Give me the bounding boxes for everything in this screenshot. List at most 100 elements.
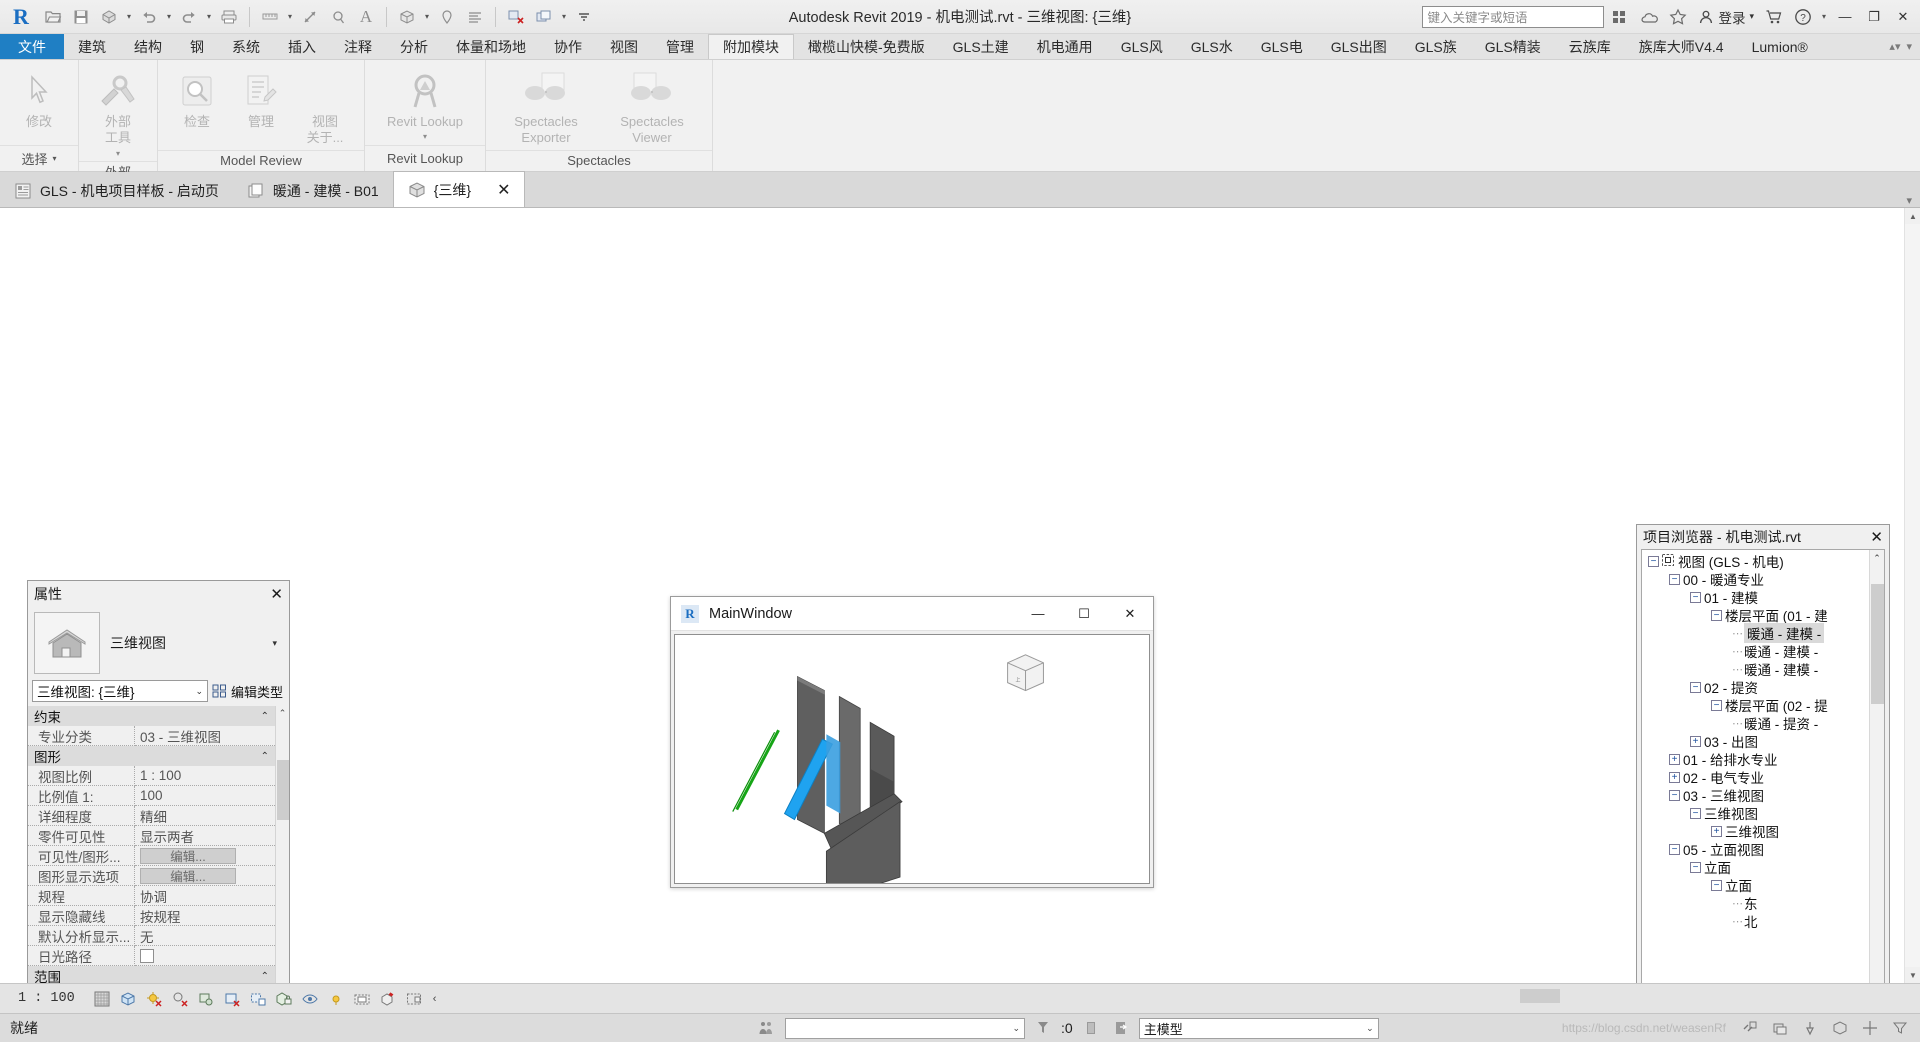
ribbon-tab-4[interactable]: 插入 [274, 34, 330, 59]
design-option-caret-icon[interactable]: ⌄ [1366, 1023, 1374, 1034]
project-browser-node-20[interactable]: ⋯ 北 [1642, 912, 1869, 930]
ribbon-button-2-1[interactable]: 管理 [230, 66, 292, 133]
project-browser-node-17[interactable]: − 立面 [1642, 858, 1869, 876]
sun-path-icon[interactable] [141, 986, 167, 1012]
ribbon-tab-8[interactable]: 协作 [540, 34, 596, 59]
visual-style-icon[interactable] [115, 986, 141, 1012]
properties-row-value-1[interactable]: 1 : 100 [135, 766, 275, 786]
expand-icon-10[interactable]: + [1690, 735, 1701, 747]
properties-edit-button-6[interactable]: 编辑... [140, 867, 236, 884]
properties-row-value-10[interactable] [135, 946, 275, 966]
properties-row-10[interactable]: 日光路径 [28, 946, 275, 966]
properties-row-7[interactable]: 规程 协调 [28, 886, 275, 906]
ribbon-tab-9[interactable]: 视图 [596, 34, 652, 59]
view-control-overflow-icon[interactable]: ‹ [433, 993, 437, 1005]
main-window-minimize-button[interactable]: — [1015, 597, 1061, 630]
minimize-button[interactable]: — [1832, 4, 1858, 30]
project-browser-tree[interactable]: − 视图 (GLS - 机电) −00 - 暖通专业 −01 - 建模 − 楼层平面 (0… [1642, 550, 1869, 1016]
select-underlay-icon[interactable] [1768, 1017, 1792, 1039]
properties-row-value-3[interactable]: 精细 [135, 806, 275, 826]
ribbon-panel-title-caret-icon-0[interactable]: ▾ [53, 154, 57, 163]
design-option-combo[interactable]: 主模型 ⌄ [1138, 1017, 1379, 1039]
restore-button[interactable]: ❐ [1861, 4, 1887, 30]
expand-icon-11[interactable]: + [1669, 753, 1680, 765]
ribbon-tab-16[interactable]: GLS水 [1177, 34, 1247, 59]
project-browser-node-8[interactable]: − 楼层平面 (02 - 提 [1642, 696, 1869, 714]
design-options-icon[interactable] [1079, 1017, 1103, 1039]
select-links-icon[interactable] [1738, 1017, 1762, 1039]
main-window-close-button[interactable]: ✕ [1107, 597, 1153, 630]
ribbon-tab-20[interactable]: GLS精装 [1471, 34, 1555, 59]
view-tab-2[interactable]: {三维} ✕ [392, 171, 526, 207]
customize-qat-icon[interactable] [571, 4, 597, 30]
main-window-maximize-button[interactable]: ☐ [1061, 597, 1107, 630]
project-browser-node-18[interactable]: − 立面 [1642, 876, 1869, 894]
help-icon[interactable]: ? [1790, 4, 1816, 30]
aligned-dimension-icon[interactable] [297, 4, 323, 30]
crop-view-icon[interactable] [219, 986, 245, 1012]
measure-caret-icon[interactable]: ▾ [285, 4, 295, 30]
ribbon-tab-17[interactable]: GLS电 [1247, 34, 1317, 59]
properties-section-1[interactable]: 图形 ⌃ [28, 746, 275, 766]
properties-row-3[interactable]: 详细程度 精细 [28, 806, 275, 826]
text-icon[interactable]: A [353, 4, 379, 30]
ribbon-button-caret-icon-1-0[interactable]: ▾ [116, 149, 120, 158]
properties-section-collapse-icon-2[interactable]: ⌃ [261, 971, 269, 982]
collapse-icon-17[interactable]: − [1690, 861, 1701, 873]
show-constraints-icon[interactable] [401, 986, 427, 1012]
shadows-icon[interactable] [167, 986, 193, 1012]
ribbon-tab-3[interactable]: 系统 [218, 34, 274, 59]
project-browser-node-12[interactable]: +02 - 电气专业 [1642, 768, 1869, 786]
show-crop-region-icon[interactable] [245, 986, 271, 1012]
select-pinned-icon[interactable] [1798, 1017, 1822, 1039]
default-3d-view-caret-icon[interactable]: ▾ [422, 4, 432, 30]
ribbon-tab-10[interactable]: 管理 [652, 34, 708, 59]
project-browser-scroll-up-icon[interactable]: ⌃ [1873, 550, 1881, 566]
chevron-down-icon[interactable]: ⌄ [195, 686, 203, 697]
help-caret-icon[interactable]: ▾ [1819, 4, 1829, 30]
ribbon-tab-0[interactable]: 建筑 [64, 34, 120, 59]
ribbon-tab-22[interactable]: 族库大师V4.4 [1625, 34, 1738, 59]
canvas-vertical-scrollbar[interactable]: ▲ ▼ [1904, 208, 1920, 983]
temporary-hide-isolate-icon[interactable] [297, 986, 323, 1012]
ribbon-tab-6[interactable]: 分析 [386, 34, 442, 59]
lock-3d-view-icon[interactable] [271, 986, 297, 1012]
properties-row-6[interactable]: 图形显示选项 编辑... [28, 866, 275, 886]
ribbon-tab-12[interactable]: 橄榄山快模-免费版 [794, 34, 939, 59]
ribbon-tab-11[interactable]: 附加模块 [708, 34, 794, 59]
expand-icon-12[interactable]: + [1669, 771, 1680, 783]
properties-section-collapse-icon-0[interactable]: ⌃ [261, 711, 269, 722]
project-browser-node-6[interactable]: ⋯ 暖通 - 建模 - [1642, 660, 1869, 678]
project-browser-node-14[interactable]: − 三维视图 [1642, 804, 1869, 822]
render-dialog-icon[interactable] [193, 986, 219, 1012]
collapse-icon-18[interactable]: − [1711, 879, 1722, 891]
collapse-icon-2[interactable]: − [1690, 591, 1701, 603]
save-as-caret-icon[interactable]: ▾ [124, 4, 134, 30]
view-scale-label[interactable]: 1 : 100 [18, 991, 75, 1006]
print-icon[interactable] [216, 4, 242, 30]
ribbon-tab-21[interactable]: 云族库 [1555, 34, 1625, 59]
properties-close-icon[interactable]: ✕ [270, 585, 283, 603]
detail-level-icon[interactable] [89, 986, 115, 1012]
drag-elements-icon[interactable] [1858, 1017, 1882, 1039]
workset-caret-icon[interactable]: ⌄ [1012, 1023, 1020, 1034]
sign-in-caret-icon[interactable]: ▾ [1749, 11, 1754, 22]
project-browser-node-9[interactable]: ⋯ 暖通 - 提资 - [1642, 714, 1869, 732]
save-icon[interactable] [68, 4, 94, 30]
tag-icon[interactable] [325, 4, 351, 30]
properties-row-value-7[interactable]: 协调 [135, 886, 275, 906]
project-browser-node-10[interactable]: +03 - 出图 [1642, 732, 1869, 750]
collapse-icon-8[interactable]: − [1711, 699, 1722, 711]
close-button[interactable]: ✕ [1890, 4, 1916, 30]
open-icon[interactable] [40, 4, 66, 30]
collapse-icon-16[interactable]: − [1669, 843, 1680, 855]
ribbon-tab-5[interactable]: 注释 [330, 34, 386, 59]
ribbon-button-2-2[interactable]: 视图 关于... [294, 66, 356, 150]
project-browser-node-3[interactable]: − 楼层平面 (01 - 建 [1642, 606, 1869, 624]
project-browser-node-4[interactable]: ⋯ 暖通 - 建模 - [1642, 623, 1869, 643]
ribbon-help-icon[interactable]: ▾ [1906, 40, 1912, 53]
canvas-scroll-up-icon[interactable]: ▲ [1905, 208, 1920, 224]
drawing-canvas[interactable]: ▲ ▼ 属性 ✕ 三维视图 ▾ 三维视图: {三维} ⌄ 编辑类型 约束 ⌃ 专… [0, 208, 1920, 1042]
project-browser-node-7[interactable]: −02 - 提资 [1642, 678, 1869, 696]
favorites-icon[interactable] [1665, 4, 1691, 30]
